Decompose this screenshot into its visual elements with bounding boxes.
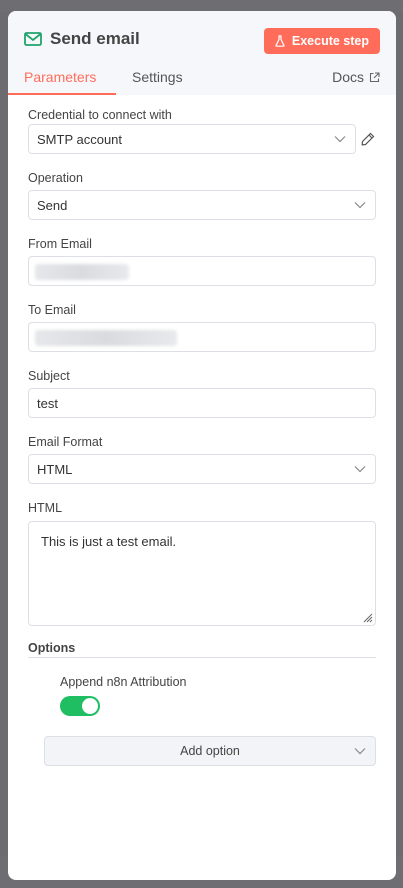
html-label: HTML xyxy=(28,501,63,515)
email-format-value: HTML xyxy=(37,461,73,477)
credential-label: Credential to connect with xyxy=(28,108,172,122)
to-email-label: To Email xyxy=(28,303,76,317)
from-email-label: From Email xyxy=(28,237,92,251)
active-tab-indicator xyxy=(8,93,116,95)
chevron-down-icon xyxy=(354,748,366,755)
email-format-select[interactable]: HTML xyxy=(28,454,376,484)
panel-header: Send email Execute step Parameters Setti… xyxy=(8,11,396,95)
operation-value: Send xyxy=(37,197,68,213)
flask-icon xyxy=(275,35,285,47)
tab-settings[interactable]: Settings xyxy=(132,69,183,85)
email-format-label: Email Format xyxy=(28,435,103,449)
operation-select[interactable]: Send xyxy=(28,190,376,220)
external-link-icon xyxy=(369,71,380,82)
tab-parameters[interactable]: Parameters xyxy=(24,69,96,85)
append-attribution-label: Append n8n Attribution xyxy=(60,675,187,689)
edit-credential-icon[interactable] xyxy=(361,132,375,146)
html-value: This is just a test email. xyxy=(41,534,177,549)
mail-icon xyxy=(24,32,42,46)
operation-label: Operation xyxy=(28,171,83,185)
redacted-to-email xyxy=(35,330,177,346)
redacted-from-email xyxy=(35,264,129,280)
chevron-down-icon xyxy=(334,136,346,143)
chevron-down-icon xyxy=(354,466,366,473)
execute-step-button[interactable]: Execute step xyxy=(263,28,380,54)
resize-handle-icon[interactable] xyxy=(361,611,373,623)
credential-value: SMTP account xyxy=(37,131,123,147)
chevron-down-icon xyxy=(354,202,366,209)
append-attribution-toggle[interactable] xyxy=(60,696,100,716)
subject-value: test xyxy=(37,395,58,411)
credential-select[interactable]: SMTP account xyxy=(28,124,356,154)
from-email-input[interactable] xyxy=(28,256,376,286)
docs-label: Docs xyxy=(332,69,364,85)
html-textarea[interactable]: This is just a test email. xyxy=(28,521,376,626)
title-row: Send email xyxy=(24,29,140,49)
tab-bar: Parameters Settings Docs xyxy=(8,67,396,95)
options-divider xyxy=(28,657,376,658)
execute-step-label: Execute step xyxy=(291,34,369,48)
options-label: Options xyxy=(28,641,76,655)
toggle-knob xyxy=(82,698,98,714)
to-email-input[interactable] xyxy=(28,322,376,352)
node-details-panel: Send email Execute step Parameters Setti… xyxy=(8,11,396,880)
add-option-label: Add option xyxy=(180,744,240,758)
subject-input[interactable]: test xyxy=(28,388,376,418)
node-title: Send email xyxy=(50,29,140,48)
subject-label: Subject xyxy=(28,369,70,383)
add-option-button[interactable]: Add option xyxy=(44,736,376,766)
docs-link[interactable]: Docs xyxy=(332,69,380,85)
